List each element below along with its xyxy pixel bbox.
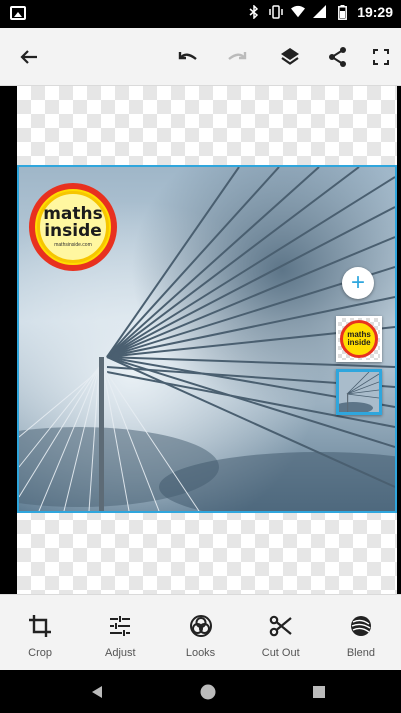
wifi-icon: [291, 4, 306, 20]
top-toolbar: [0, 28, 401, 86]
tool-looks[interactable]: Looks: [160, 595, 240, 670]
undo-icon[interactable]: [173, 42, 203, 72]
bluetooth-icon: [247, 4, 261, 20]
looks-icon: [188, 613, 214, 639]
vibrate-icon: [269, 4, 283, 20]
tool-blend[interactable]: Blend: [321, 595, 401, 670]
logo-line2: inside: [44, 221, 102, 241]
status-bar: 19:29: [0, 0, 401, 28]
logo-url: mathsinside.com: [54, 242, 92, 248]
photo-thumb-image: [339, 372, 379, 412]
tool-crop-label: Crop: [28, 647, 53, 659]
tool-adjust-label: Adjust: [105, 647, 136, 659]
fullscreen-icon[interactable]: [366, 42, 396, 72]
layer-thumb-photo[interactable]: [336, 369, 382, 415]
logo-mini-line2: inside: [347, 338, 371, 347]
crop-icon: [27, 613, 53, 639]
nav-back-icon[interactable]: [86, 681, 108, 703]
gallery-icon: [10, 6, 26, 20]
logo-mini: maths inside: [340, 320, 378, 358]
bottom-tool-bar: Crop Adjust Looks Cut Out Blend: [0, 594, 401, 670]
nav-recents-icon[interactable]: [308, 681, 330, 703]
adjust-icon: [107, 613, 133, 639]
tool-looks-label: Looks: [185, 647, 216, 659]
status-icons: 19:29: [247, 4, 393, 20]
share-icon[interactable]: [323, 42, 353, 72]
logo-inner: maths inside mathsinside.com: [37, 191, 109, 263]
signal-icon: [313, 4, 327, 20]
status-time: 19:29: [357, 4, 393, 20]
add-layer-button[interactable]: +: [342, 267, 374, 299]
maths-inside-logo[interactable]: maths inside mathsinside.com: [29, 183, 117, 271]
tool-cutout[interactable]: Cut Out: [241, 595, 321, 670]
tool-adjust[interactable]: Adjust: [80, 595, 160, 670]
system-nav-bar: [0, 670, 401, 713]
tool-blend-label: Blend: [346, 647, 375, 659]
tool-cutout-label: Cut Out: [261, 647, 300, 659]
back-arrow-icon[interactable]: [14, 42, 44, 72]
battery-icon: [335, 4, 349, 20]
tool-crop[interactable]: Crop: [0, 595, 80, 670]
blend-icon: [348, 613, 374, 639]
plus-icon: +: [350, 269, 365, 296]
layers-icon[interactable]: [275, 42, 305, 72]
nav-home-icon[interactable]: [197, 681, 219, 703]
layer-thumb-logo[interactable]: maths inside: [336, 316, 382, 362]
redo-icon[interactable]: [222, 42, 252, 72]
scissors-icon: [268, 613, 294, 639]
